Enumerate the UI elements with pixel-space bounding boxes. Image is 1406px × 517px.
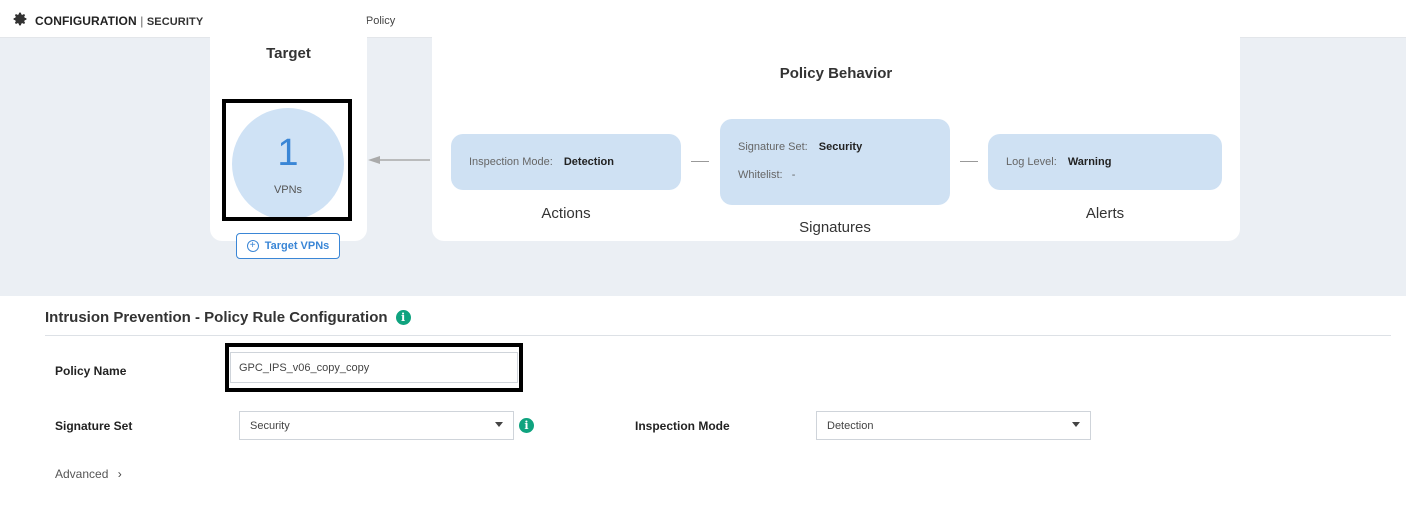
alerts-pill[interactable]: Log Level: Warning: [988, 134, 1222, 190]
info-icon[interactable]: i: [519, 418, 534, 433]
chevron-down-icon: [495, 422, 503, 427]
policy-name-label: Policy Name: [55, 364, 127, 378]
whitelist-label: Whitelist:: [738, 169, 783, 181]
rule-configuration-title: Intrusion Prevention - Policy Rule Confi…: [45, 309, 411, 326]
advanced-link[interactable]: Advanced ›: [55, 467, 122, 481]
breadcrumb-separator: |: [140, 14, 144, 28]
target-vpns-label: Target VPNs: [264, 240, 330, 252]
breadcrumb: CONFIGURATION | SECURITY: [35, 14, 203, 28]
signatures-pill[interactable]: Signature Set: Security Whitelist: -: [720, 119, 950, 205]
signature-set-value: Security: [818, 141, 863, 153]
info-icon[interactable]: i: [395, 310, 411, 325]
arrow-left-icon: [368, 156, 430, 164]
advanced-label: Advanced: [55, 467, 109, 481]
signature-set-select[interactable]: Security: [239, 411, 514, 440]
connector-line: [960, 161, 978, 162]
inspection-mode-select[interactable]: Detection: [816, 411, 1091, 440]
signature-set-label: Signature Set:: [738, 141, 808, 153]
actions-pill[interactable]: Inspection Mode: Detection: [451, 134, 681, 190]
policy-name-highlight-box: [225, 343, 523, 392]
target-title: Target: [266, 45, 311, 62]
chevron-down-icon: [1072, 422, 1080, 427]
rule-configuration-title-text: Intrusion Prevention - Policy Rule Confi…: [45, 309, 388, 326]
section-divider: [45, 335, 1391, 336]
actions-group-label: Actions: [541, 205, 591, 222]
rule-configuration-panel: [30, 296, 1406, 517]
target-vpns-button[interactable]: + Target VPNs: [236, 233, 340, 259]
whitelist-value: -: [791, 169, 796, 181]
gear-icon: [13, 12, 27, 26]
inspection-mode-selected: Detection: [827, 419, 874, 432]
policy-behavior-title: Policy Behavior: [779, 65, 893, 82]
signature-set-field-label: Signature Set: [55, 419, 133, 433]
signature-set-selected: Security: [250, 419, 290, 432]
alerts-group-label: Alerts: [1085, 205, 1125, 222]
log-level-value: Warning: [1067, 156, 1112, 168]
breadcrumb-section: CONFIGURATION: [35, 14, 137, 28]
inspection-mode-label: Inspection Mode:: [469, 156, 553, 168]
chevron-right-icon: ›: [117, 467, 122, 481]
connector-line: [691, 161, 709, 162]
inspection-mode-field-label: Inspection Mode: [635, 419, 730, 433]
vpn-highlight-box: [222, 99, 352, 221]
add-circle-icon: +: [246, 240, 259, 252]
signatures-group-label: Signatures: [799, 219, 871, 236]
log-level-label: Log Level:: [1006, 156, 1057, 168]
inspection-mode-value: Detection: [563, 156, 614, 168]
breadcrumb-subsection: SECURITY: [146, 16, 204, 28]
